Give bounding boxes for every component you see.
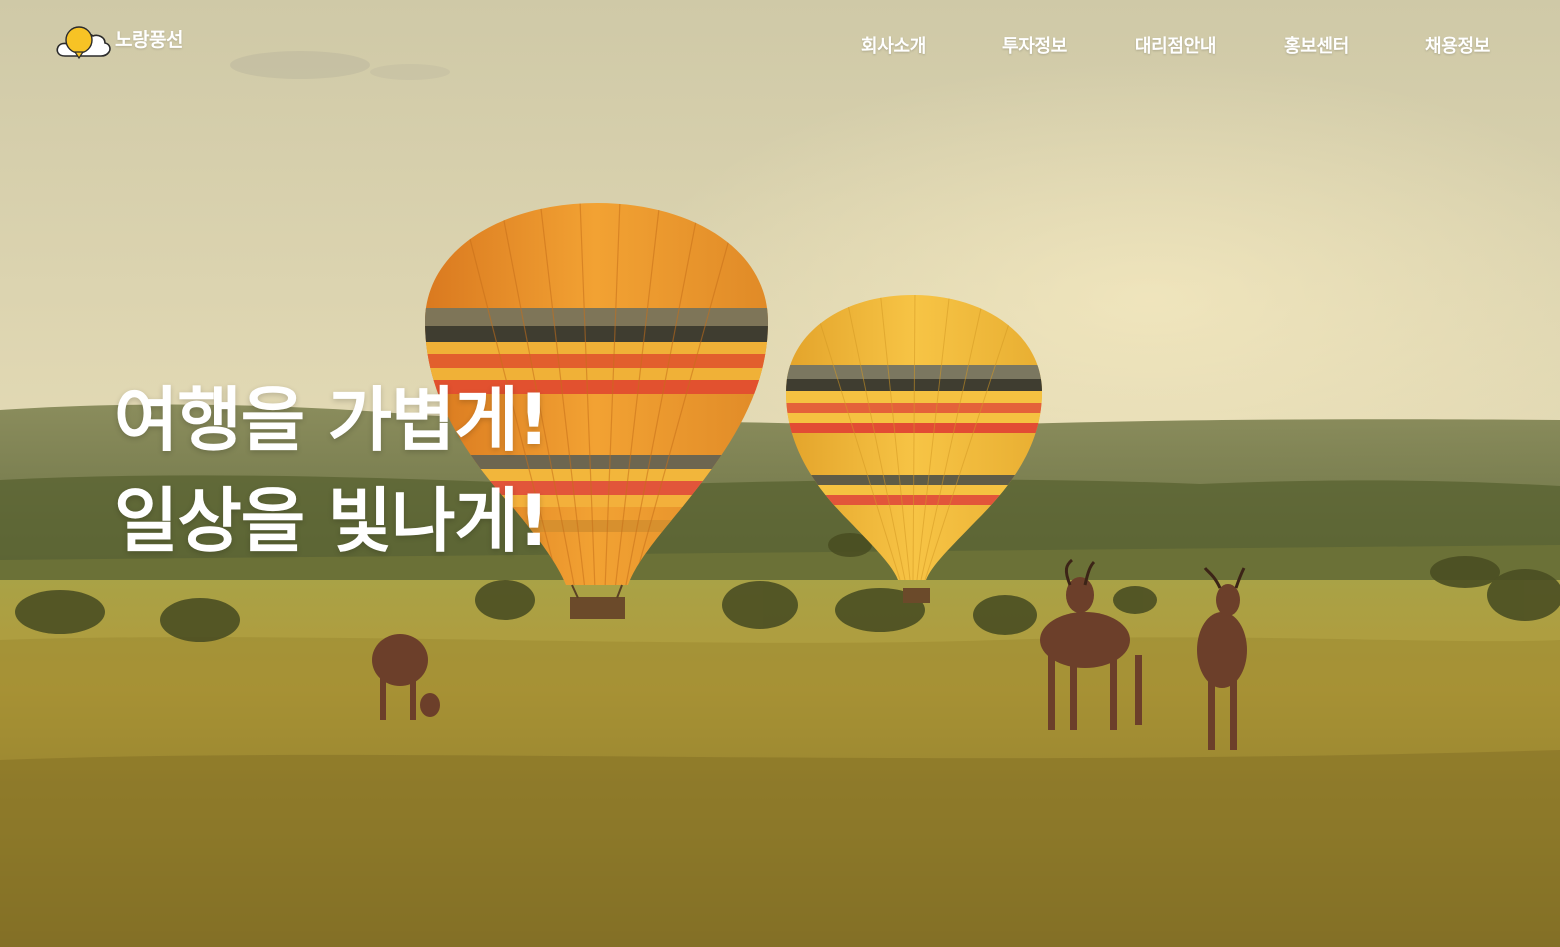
brand-name: 노랑풍선 [115,28,183,51]
nav-item-agency[interactable]: 대리점안내 [1105,32,1246,58]
logo-link[interactable]: 노랑풍선 [55,22,183,60]
nav-item-company[interactable]: 회사소개 [823,32,964,58]
main-nav: 회사소개 투자정보 대리점안내 홍보센터 채용정보 [823,32,1528,58]
nav-item-investment[interactable]: 투자정보 [964,32,1105,58]
headline-line-1: 여행을 가볍게! [114,379,550,461]
site-header: 노랑풍선 회사소개 투자정보 대리점안내 홍보센터 채용정보 [0,0,1560,90]
yellow-balloon-cloud-icon [56,26,111,60]
headline-line-2: 일상을 빛나게! [114,480,550,562]
nav-item-pr-center[interactable]: 홍보센터 [1246,32,1387,58]
hero-headline: 여행을 가볍게! 일상을 빛나게! [114,370,550,572]
nav-item-careers[interactable]: 채용정보 [1387,32,1528,58]
